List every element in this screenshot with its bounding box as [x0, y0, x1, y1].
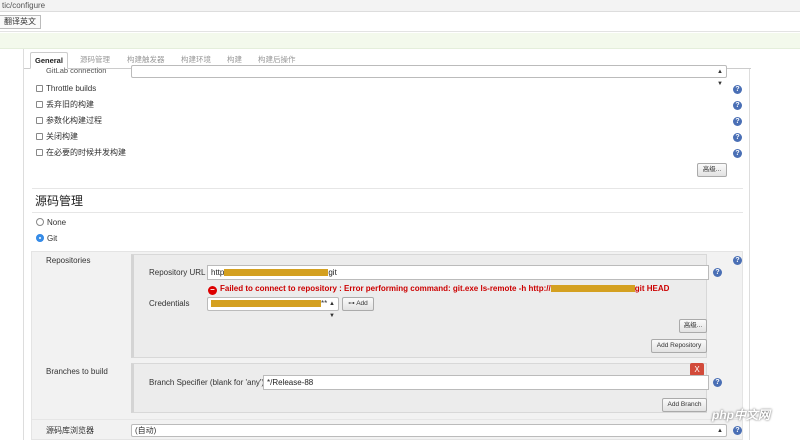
checkbox[interactable] [36, 149, 43, 156]
scm-section-title: 源码管理 [35, 194, 84, 208]
repository-url-label: Repository URL [149, 268, 206, 277]
notice-bar [0, 33, 800, 49]
general-advanced-button[interactable]: 高级... [697, 163, 727, 177]
radio-button[interactable] [36, 218, 44, 226]
help-icon[interactable]: ? [733, 149, 742, 158]
branches-to-build-label: Branches to build [46, 367, 108, 376]
radio-label: Git [47, 234, 58, 243]
option-discard-old-builds[interactable]: 丢弃旧的构建 [36, 99, 94, 111]
error-text: Failed to connect to repository : Error … [220, 284, 551, 293]
bookmarks-bar: 翻译英文 [0, 12, 800, 32]
section-divider [32, 212, 743, 213]
help-icon[interactable]: ? [733, 256, 742, 265]
scm-git-option[interactable]: Git [36, 233, 57, 245]
help-icon[interactable]: ? [733, 426, 742, 435]
checkbox[interactable] [36, 101, 43, 108]
url-suffix: git [328, 268, 337, 277]
key-icon: ⊶ [348, 300, 357, 307]
connection-error-message: – Failed to connect to repository : Error… [208, 283, 669, 295]
checkbox[interactable] [36, 117, 43, 124]
redacted-host [224, 269, 329, 276]
option-concurrent-builds[interactable]: 在必要的时候并发构建 [36, 147, 126, 159]
help-icon[interactable]: ? [713, 378, 722, 387]
error-text-end: git HEAD [634, 284, 670, 293]
radio-button-selected[interactable] [36, 234, 44, 242]
credential-suffix: ** [321, 299, 328, 308]
add-label: Add [356, 300, 368, 307]
option-parameterized[interactable]: 参数化构建过程 [36, 115, 102, 127]
repository-browser-label: 源码库浏览器 [46, 426, 94, 435]
option-label: 参数化构建过程 [46, 116, 102, 125]
radio-label: None [47, 218, 67, 227]
repositories-label: Repositories [46, 256, 91, 265]
add-repository-button[interactable]: Add Repository [651, 339, 707, 353]
option-label: 丢弃旧的构建 [46, 100, 94, 109]
scm-none-option[interactable]: None [36, 217, 66, 229]
section-divider [32, 188, 743, 189]
select-caret-icon: ▲▼ [717, 69, 723, 87]
credentials-select[interactable]: ** ▲ ▼ [207, 297, 339, 319]
config-panel: General 源码管理 构建触发器 构建环境 构建 构建后操作 GitLab … [23, 49, 751, 440]
option-throttle-builds[interactable]: Throttle builds [36, 83, 96, 95]
help-icon[interactable]: ? [713, 268, 722, 277]
help-icon[interactable]: ? [733, 101, 742, 110]
redacted-host [550, 285, 635, 292]
gitlab-connection-select[interactable]: ▲ ▼ [131, 65, 727, 87]
help-icon[interactable]: ? [733, 85, 742, 94]
url-prefix: http [211, 268, 225, 277]
help-icon[interactable]: ? [733, 133, 742, 142]
url-text: tic/configure [2, 1, 46, 10]
option-label: Throttle builds [46, 84, 97, 93]
translate-bookmark[interactable]: 翻译英文 [0, 15, 41, 29]
repository-url-input[interactable]: http git [207, 265, 709, 280]
redacted-credential [211, 300, 321, 307]
option-label: 关闭构建 [46, 132, 78, 141]
option-label: 在必要的时候并发构建 [46, 148, 126, 157]
address-bar[interactable]: tic/configure [0, 0, 800, 12]
add-branch-button[interactable]: Add Branch [662, 398, 707, 412]
repository-browser-select[interactable]: (自动) ▲▼ [131, 424, 727, 437]
error-icon: – [208, 286, 217, 295]
checkbox[interactable] [36, 133, 43, 140]
select-caret-icon: ▲▼ [329, 301, 335, 319]
help-icon[interactable]: ? [733, 117, 742, 126]
section-divider [32, 419, 743, 420]
credentials-label: Credentials [149, 299, 190, 308]
add-credentials-button[interactable]: ⊶ Add [342, 297, 374, 311]
select-caret-icon: ▲▼ [717, 428, 723, 434]
repo-advanced-button[interactable]: 高级... [679, 319, 707, 333]
branch-specifier-input[interactable]: */Release-88 [263, 375, 709, 390]
watermark-text: php中文网 [712, 408, 770, 422]
site-watermark: php中文网 [712, 402, 772, 426]
gitlab-connection-label: GitLab connection [46, 66, 107, 75]
option-disable-build[interactable]: 关闭构建 [36, 131, 78, 143]
branch-specifier-label: Branch Specifier (blank for 'any') [149, 378, 265, 387]
select-value: (自动) [135, 426, 157, 435]
checkbox[interactable] [36, 85, 43, 92]
